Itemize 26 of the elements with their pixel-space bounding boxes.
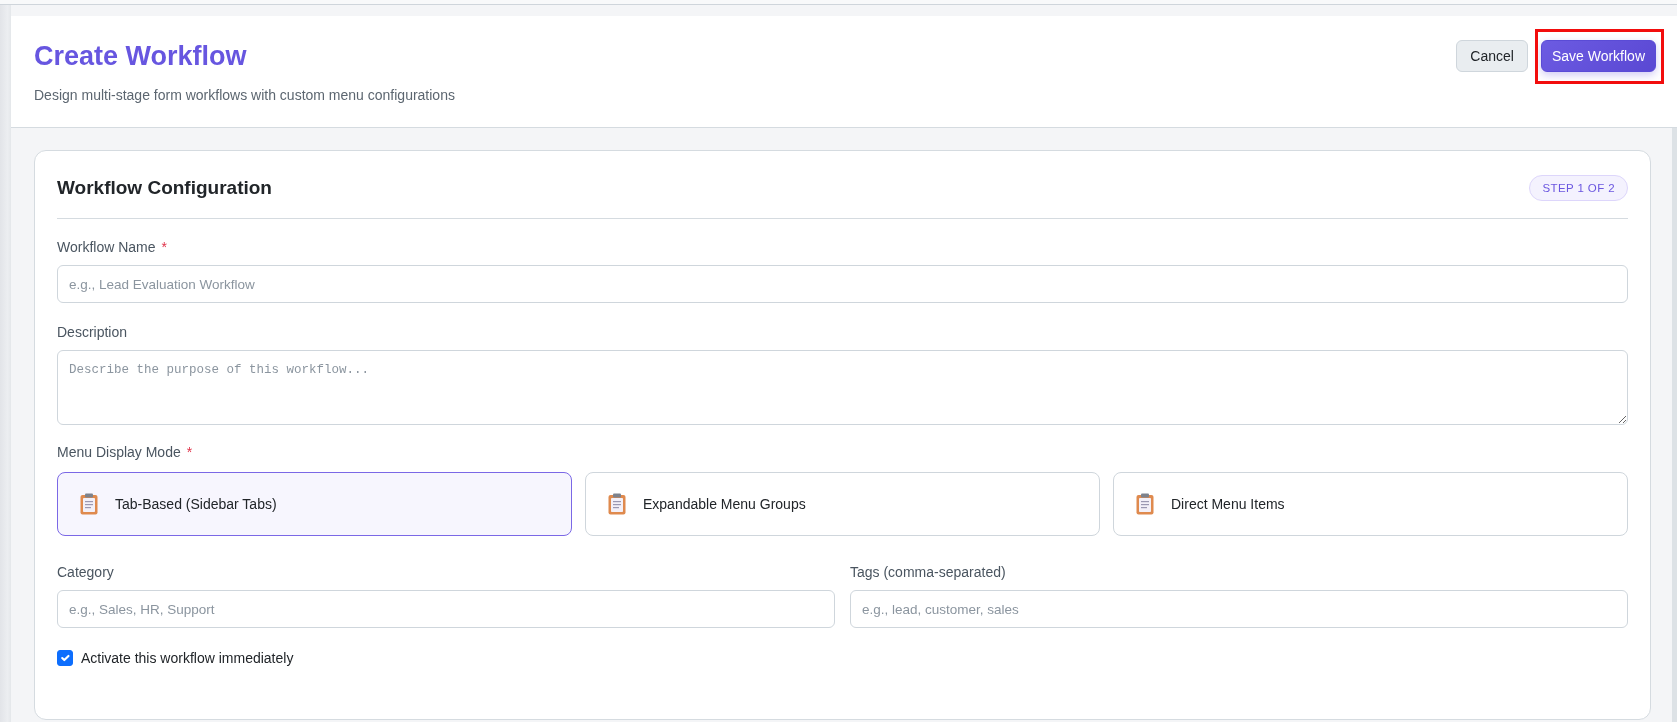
save-button[interactable]: Save Workflow: [1540, 40, 1656, 72]
scrollbar[interactable]: [1672, 128, 1677, 722]
clipboard-icon: [1136, 493, 1154, 515]
field-label: Category: [57, 563, 114, 582]
mode-option[interactable]: Expandable Menu Groups: [585, 472, 1100, 536]
category-input[interactable]: e.g., Sales, HR, Support: [57, 590, 835, 628]
clipboard-icon: [80, 493, 98, 515]
card-title: Workflow Configuration: [57, 176, 272, 200]
description-textarea[interactable]: Describe the purpose of this workflow...: [57, 350, 1628, 425]
field-label: Workflow Name: [57, 238, 156, 257]
field-label: Description: [57, 323, 128, 342]
mode-option[interactable]: Tab-Based (Sidebar Tabs): [57, 472, 572, 536]
activate-checkbox[interactable]: [57, 650, 73, 666]
field-label: Tags (comma-separated): [850, 563, 1006, 582]
required-mark: *: [161, 238, 167, 257]
required-mark: *: [186, 443, 193, 462]
checkbox-label[interactable]: Activate this workflow immediately: [81, 648, 294, 668]
step-badge: STEP 1 OF 2: [1529, 175, 1628, 201]
mode-option[interactable]: Direct Menu Items: [1113, 472, 1628, 536]
cancel-button[interactable]: Cancel: [1456, 40, 1528, 72]
tags-input[interactable]: e.g., lead, customer, sales: [850, 590, 1628, 628]
clipboard-icon: [608, 493, 626, 515]
page-title: Create Workflow: [34, 40, 248, 72]
workflow-name-input[interactable]: e.g., Lead Evaluation Workflow: [57, 265, 1628, 303]
page-subtitle: Design multi-stage form workflows with custom menu configurations: [34, 86, 455, 105]
field-label: Menu Display Mode: [57, 443, 181, 462]
